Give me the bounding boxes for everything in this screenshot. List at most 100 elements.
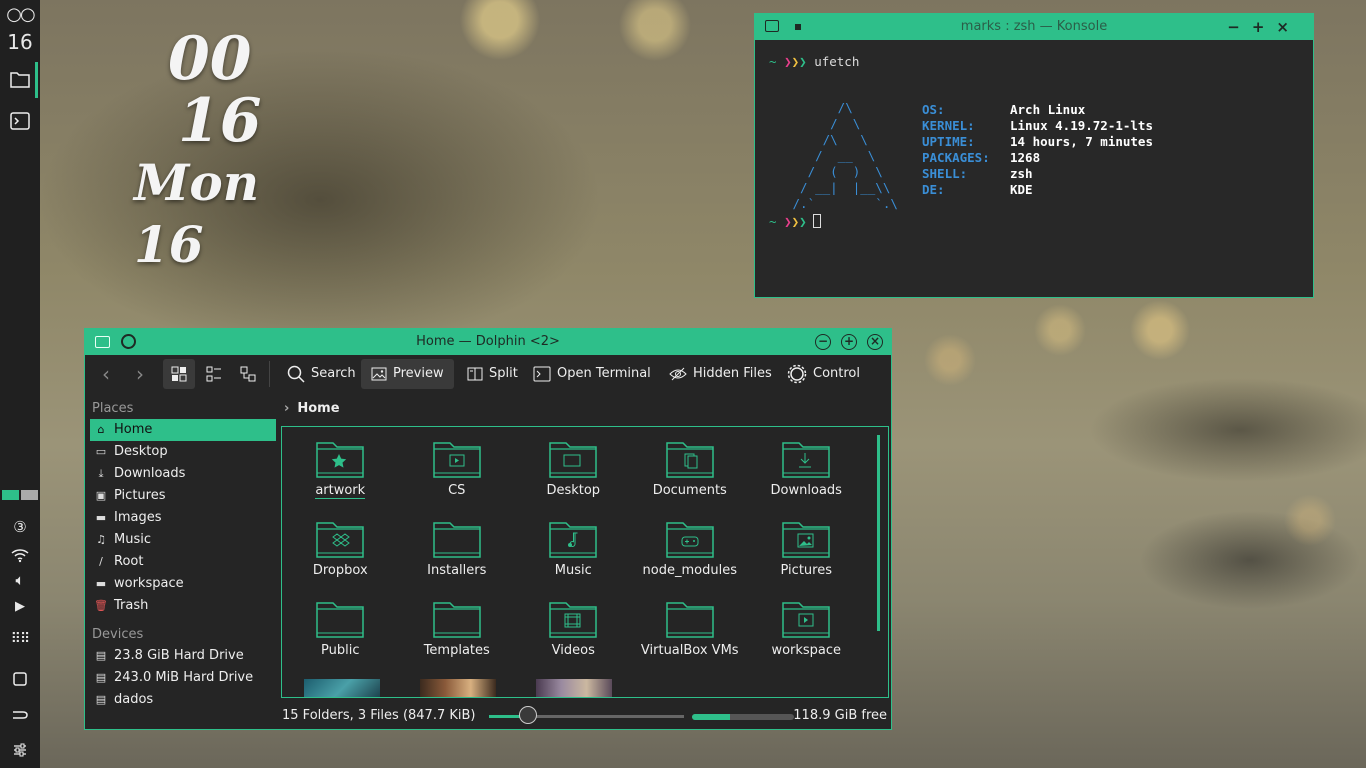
compact-view-button[interactable] [203,359,225,389]
system-info: OS: Arch Linux KERNEL: Linux 4.19.72-1-lts… [922,102,1153,198]
place-trash[interactable]: 🗑︎ Trash [90,595,276,617]
close-icon[interactable]: × [867,334,883,350]
folder-item[interactable]: Music [515,517,632,597]
konsole-window: marks : zsh — Konsole −+× ~ ❯ ❯ ❯ ufetch /… [754,13,1314,298]
folder-icon [666,442,714,478]
media-play-icon[interactable]: ▶ [0,600,40,613]
zoom-slider-knob[interactable] [519,706,537,724]
window-menu-icon[interactable] [121,334,136,349]
left-dock: ○○ 16 ③ 🔈︎ ▶ ⠿⠿ [0,0,40,768]
folder-item[interactable]: workspace [748,597,865,677]
folder-item[interactable]: artwork [282,437,399,517]
back-icon: ‹ [102,362,110,386]
place-downloads[interactable]: ⤓ Downloads [90,463,276,485]
dolphin-titlebar[interactable]: Home — Dolphin <2> − + × [85,329,891,355]
terminal-icon[interactable] [0,112,40,133]
folder-item[interactable]: Documents [632,437,749,517]
maximize-icon[interactable]: + [1252,18,1277,36]
folder-item[interactable]: Videos [515,597,632,677]
pager-icon[interactable]: ○○ [0,6,40,24]
forward-button[interactable]: › [129,359,151,389]
folder-icon: ▬ [95,577,107,590]
tilde-icon[interactable] [0,706,40,725]
hidden-files-button[interactable]: Hidden Files [665,359,776,389]
device-dados[interactable]: ▤ dados [90,689,276,711]
preview-button[interactable]: Preview [361,359,454,389]
folder-item[interactable]: CS [399,437,516,517]
places-header: Places [92,401,134,416]
konsole-titlebar[interactable]: marks : zsh — Konsole −+× [755,14,1313,40]
konsole-title: marks : zsh — Konsole [960,19,1108,34]
folder-item[interactable]: Templates [399,597,516,677]
place-music[interactable]: ♫ Music [90,529,276,551]
command-text: ufetch [814,54,860,69]
device-drive-1[interactable]: ▤ 23.8 GiB Hard Drive [90,645,276,667]
close-icon[interactable]: × [1276,18,1301,36]
notification-count-icon[interactable]: ③ [0,520,40,535]
image-thumbnail[interactable] [420,679,496,697]
folder-item[interactable]: Pictures [748,517,865,597]
scrollbar[interactable] [877,435,880,631]
hard-drive-icon: ▤ [95,649,107,662]
folder-item[interactable]: Desktop [515,437,632,517]
details-view-button[interactable] [237,359,259,389]
toolbar: ‹ › Search Preview Split Open Terminal H… [85,355,891,393]
folder-icon[interactable] [0,70,40,91]
image-thumbnail[interactable] [304,679,380,697]
open-terminal-button[interactable]: Open Terminal [529,359,655,389]
folder-label: Videos [551,643,595,658]
place-desktop[interactable]: ▭ Desktop [90,441,276,463]
image-thumbnail[interactable] [536,679,612,697]
control-button[interactable]: Control [783,359,864,389]
place-workspace[interactable]: ▬ workspace [90,573,276,595]
breadcrumb[interactable]: › Home [284,399,340,419]
file-view[interactable]: artwork CS Desktop Documents Downloads Dropbo… [281,426,889,698]
free-space: 118.9 GiB free [793,708,887,723]
volume-icon[interactable]: 🔈︎ [0,573,40,588]
folder-label: Music [554,563,592,578]
folder-item[interactable]: Installers [399,517,516,597]
place-root[interactable]: / Root [90,551,276,573]
folder-item[interactable]: VirtualBox VMs [632,597,749,677]
status-summary: 15 Folders, 3 Files (847.7 KiB) [282,708,476,723]
split-button[interactable]: Split [463,359,522,389]
device-drive-2[interactable]: ▤ 243.0 MiB Hard Drive [90,667,276,689]
terminal-output[interactable]: ~ ❯ ❯ ❯ ufetch [755,40,1313,70]
place-home[interactable]: ⌂ Home [90,419,276,441]
search-button[interactable]: Search [283,359,360,389]
home-icon: ⌂ [97,423,105,436]
app-grid-icon[interactable]: ⠿⠿ [0,632,40,646]
hard-drive-icon: ▤ [95,693,107,706]
maximize-icon[interactable]: + [841,334,857,350]
info-row: DE: KDE [922,182,1033,197]
folder-item[interactable]: Downloads [748,437,865,517]
folder-icon: ▬ [95,511,107,524]
place-pictures[interactable]: ▣ Pictures [90,485,276,507]
chevron-right-icon: › [284,401,290,416]
window-icon[interactable] [0,671,40,690]
desktop-pager-icon[interactable] [0,490,40,500]
icons-view-button[interactable] [163,359,195,389]
wifi-icon[interactable] [0,547,40,566]
minimize-icon[interactable]: − [1227,18,1252,36]
settings-sliders-icon[interactable] [0,743,40,760]
trash-icon: 🗑︎ [94,599,108,612]
folder-item[interactable]: Dropbox [282,517,399,597]
picture-icon: ▣ [95,489,107,502]
eye-slash-icon [669,367,687,381]
folder-icon [549,522,597,558]
search-icon [287,365,305,383]
dolphin-window: Home — Dolphin <2> − + × ‹ › Search Prev… [84,328,892,730]
back-button[interactable]: ‹ [95,359,117,389]
split-icon [467,367,483,381]
disk-usage-bar [692,714,794,720]
folder-item[interactable]: node_modules [632,517,749,597]
pin-icon[interactable] [795,24,801,30]
folder-label: Documents [652,483,727,498]
folder-icon [549,442,597,478]
minimize-icon[interactable]: − [815,334,831,350]
place-images[interactable]: ▬ Images [90,507,276,529]
clock-day: Mon 16 [134,153,260,274]
folder-item[interactable]: Public [282,597,399,677]
folder-icon [782,602,830,638]
